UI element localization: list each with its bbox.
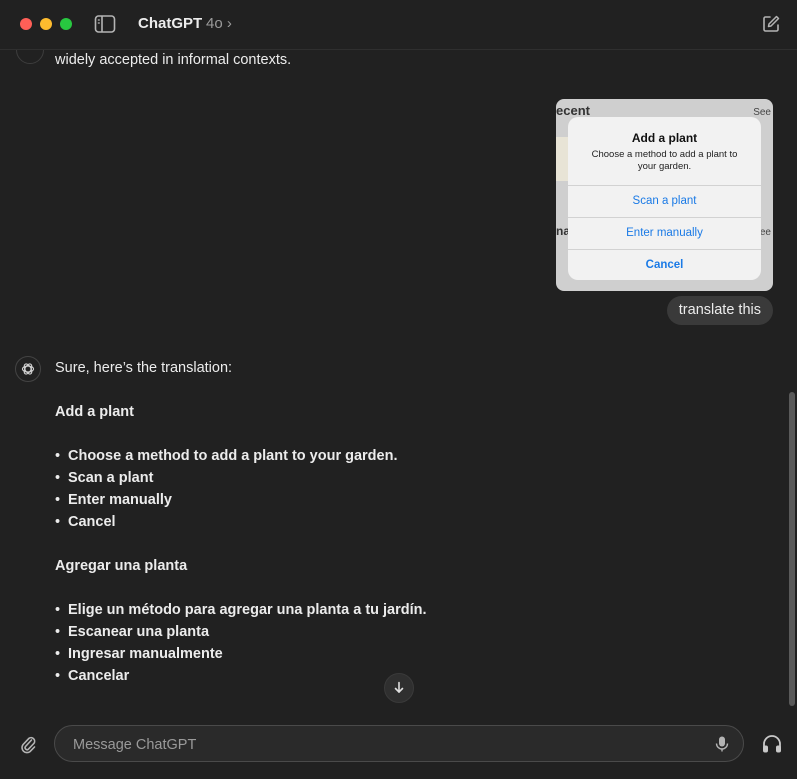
new-chat-icon[interactable] [761,14,781,34]
list-item-text: Cancelar [68,668,130,684]
alert-cancel-button: Cancel [568,249,761,280]
screenshot-see-link: See [753,107,771,118]
sidebar-toggle-icon[interactable] [94,14,116,34]
screenshot-bg-heading: ecent [556,103,590,118]
zoom-window-button[interactable] [60,18,72,30]
scroll-to-bottom-button[interactable] [384,673,414,703]
list-item: • Cancel [55,514,116,530]
attached-screenshot[interactable]: ecent See na ee Add a plant Choose a met… [556,99,773,291]
scrollbar-thumb[interactable] [789,392,795,706]
list-item: • Scan a plant [55,470,154,486]
list-item-text: Enter manually [68,492,172,508]
microphone-icon[interactable] [714,735,730,753]
assistant-avatar [16,50,44,64]
list-item: • Ingresar manualmente [55,646,223,662]
alert-manual-button: Enter manually [568,217,761,249]
user-message-bubble: translate this [666,296,773,325]
list-item-text: Ingresar manualmente [68,646,223,662]
list-item: • Cancelar [55,668,130,684]
alert-message: Choose a method to add a plant to your g… [591,149,738,172]
minimize-window-button[interactable] [40,18,52,30]
list-item-text: Cancel [68,514,116,530]
close-window-button[interactable] [20,18,32,30]
screenshot-alert-dialog: Add a plant Choose a method to add a pla… [568,117,761,280]
arrow-down-icon [394,681,404,693]
chatgpt-logo-icon [15,356,41,382]
list-item: • Choose a method to add a plant to your … [55,448,398,464]
list-item-text: Escanear una planta [68,624,210,640]
message-input[interactable] [71,726,695,763]
reply-heading-spanish: Agregar una planta [55,558,188,574]
model-selector[interactable]: 4o › [206,15,232,32]
voice-mode-headphones-icon[interactable] [761,734,783,754]
list-item: • Enter manually [55,492,172,508]
alert-scan-button: Scan a plant [568,185,761,217]
list-item-text: Choose a method to add a plant to your g… [68,448,398,464]
reply-intro: Sure, here’s the translation: [55,360,233,376]
list-item-text: Elige un método para agregar una planta … [68,602,427,618]
list-item: • Elige un método para agregar una planta… [55,602,427,618]
paperclip-icon[interactable] [18,734,38,756]
list-item: • Escanear una planta [55,624,210,640]
previous-message-text: widely accepted in informal contexts. [55,52,292,68]
screenshot-bg-card [556,137,568,181]
chat-thread: widely accepted in informal contexts. ec… [0,50,797,712]
app-title: ChatGPT [138,15,203,32]
list-item-text: Scan a plant [68,470,154,486]
alert-title: Add a plant [631,131,698,145]
reply-heading-english: Add a plant [55,404,134,420]
message-input-container[interactable] [54,725,744,763]
screenshot-see-link-2: ee [759,227,771,238]
title-bar: ChatGPT 4o › [0,0,797,50]
